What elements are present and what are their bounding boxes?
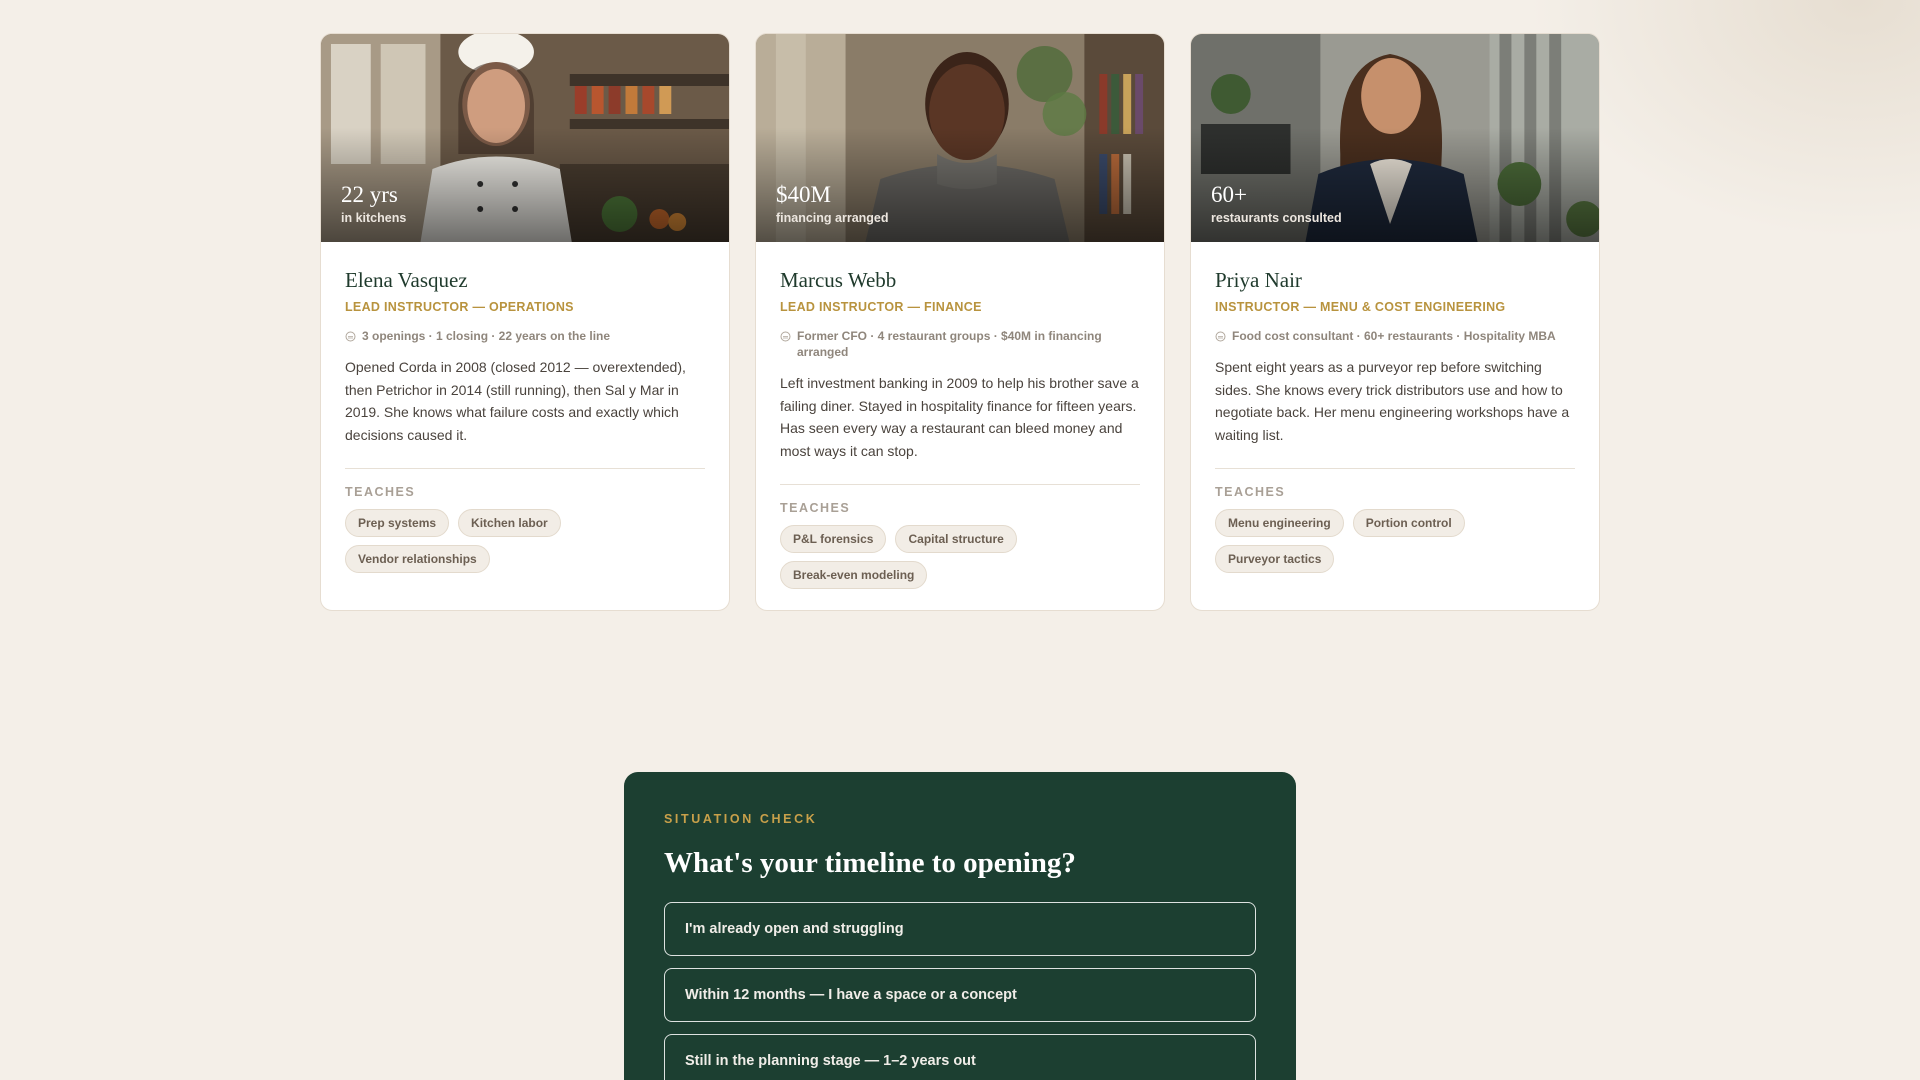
card-body: Marcus Webb LEAD INSTRUCTOR — FINANCE Fo…: [756, 242, 1164, 589]
teaches-label: TEACHES: [1215, 485, 1286, 499]
instructor-bio: Left investment banking in 2009 to help …: [780, 375, 1139, 459]
stat-value: $40M: [776, 182, 831, 207]
instructor-card-marcus: $40M financing arranged Marcus Webb LEAD…: [755, 33, 1165, 611]
stat-label: in kitchens: [341, 211, 407, 225]
instructor-stat: 22 yrs in kitchens: [341, 182, 406, 225]
instructor-name: Elena Vasquez: [345, 268, 468, 292]
instructor-cards: 22 yrs in kitchens Elena Vasquez LEAD IN…: [320, 33, 1600, 611]
instructor-bio: Opened Corda in 2008 (closed 2012 — over…: [345, 359, 686, 443]
instructor-card-elena: 22 yrs in kitchens Elena Vasquez LEAD IN…: [320, 33, 730, 611]
quiz-option-within-12-months[interactable]: Within 12 months — I have a space or a c…: [664, 968, 1256, 1022]
tag-chip[interactable]: Break-even modeling: [780, 561, 928, 589]
instructor-meta: Food cost consultant · 60+ restaurants ·…: [1215, 328, 1575, 344]
teaches-label: TEACHES: [780, 501, 851, 515]
instructor-photo: 22 yrs in kitchens: [321, 34, 729, 242]
stat-value: 60+: [1211, 182, 1247, 207]
quiz-option-open-struggling[interactable]: I'm already open and struggling: [664, 902, 1256, 956]
instructor-card-priya: 60+ restaurants consulted Priya Nair INS…: [1190, 33, 1600, 611]
instructor-stat: 60+ restaurants consulted: [1211, 182, 1342, 225]
stat-label: financing arranged: [776, 211, 889, 225]
tag-chip[interactable]: P&L forensics: [780, 525, 887, 553]
teaches-tags: Menu engineering Portion control Purveyo…: [1215, 509, 1575, 573]
tag-chip[interactable]: Menu engineering: [1215, 509, 1344, 537]
instructor-bio: Spent eight years as a purveyor rep befo…: [1215, 359, 1570, 443]
divider: [345, 468, 705, 469]
instructor-photo: $40M financing arranged: [756, 34, 1164, 242]
instructor-photo: 60+ restaurants consulted: [1191, 34, 1599, 242]
tag-chip[interactable]: Purveyor tactics: [1215, 545, 1335, 573]
instructor-meta: 3 openings · 1 closing · 22 years on the…: [345, 328, 705, 344]
stat-value: 22 yrs: [341, 182, 398, 207]
teaches-tags: Prep systems Kitchen labor Vendor relati…: [345, 509, 705, 573]
teaches-tags: P&L forensics Capital structure Break-ev…: [780, 525, 1140, 589]
divider: [780, 484, 1140, 485]
tag-chip[interactable]: Prep systems: [345, 509, 450, 537]
situation-check-panel: SITUATION CHECK What's your timeline to …: [624, 772, 1296, 1080]
meta-text: 3 openings · 1 closing · 22 years on the…: [362, 329, 611, 343]
instructor-role: INSTRUCTOR — MENU & COST ENGINEERING: [1215, 300, 1506, 314]
quiz-option-planning-stage[interactable]: Still in the planning stage — 1–2 years …: [664, 1034, 1256, 1080]
instructor-role: LEAD INSTRUCTOR — OPERATIONS: [345, 300, 574, 314]
tag-chip[interactable]: Portion control: [1352, 509, 1465, 537]
stat-label: restaurants consulted: [1211, 211, 1342, 225]
quiz-question: What's your timeline to opening?: [664, 847, 1076, 879]
tag-chip[interactable]: Kitchen labor: [458, 509, 561, 537]
card-body: Priya Nair INSTRUCTOR — MENU & COST ENGI…: [1191, 242, 1599, 573]
teaches-label: TEACHES: [345, 485, 416, 499]
info-circle-icon: [1215, 331, 1226, 342]
quiz-eyebrow: SITUATION CHECK: [664, 812, 818, 826]
info-circle-icon: [345, 331, 356, 342]
instructor-name: Priya Nair: [1215, 268, 1302, 292]
quiz-options: I'm already open and struggling Within 1…: [664, 902, 1256, 1080]
instructor-stat: $40M financing arranged: [776, 182, 889, 225]
meta-text: Food cost consultant · 60+ restaurants ·…: [1232, 329, 1556, 343]
info-circle-icon: [780, 331, 791, 342]
meta-text: Former CFO · 4 restaurant groups · $40M …: [797, 329, 1102, 359]
instructor-name: Marcus Webb: [780, 268, 897, 292]
divider: [1215, 468, 1575, 469]
tag-chip[interactable]: Capital structure: [895, 525, 1017, 553]
tag-chip[interactable]: Vendor relationships: [345, 545, 490, 573]
card-body: Elena Vasquez LEAD INSTRUCTOR — OPERATIO…: [321, 242, 729, 573]
instructor-role: LEAD INSTRUCTOR — FINANCE: [780, 300, 982, 314]
instructor-meta: Former CFO · 4 restaurant groups · $40M …: [780, 328, 1140, 360]
